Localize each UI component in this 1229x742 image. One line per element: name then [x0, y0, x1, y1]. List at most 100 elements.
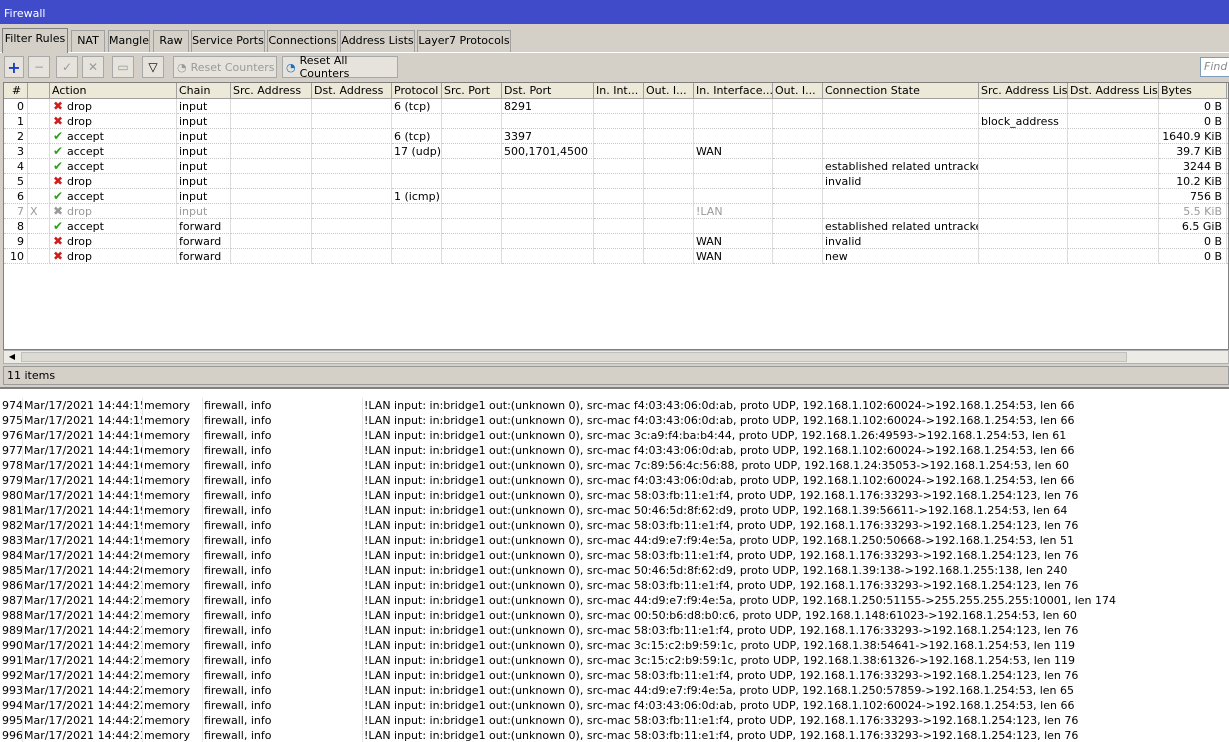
drop-icon: ✖ [52, 174, 64, 188]
tab-filter-rules[interactable]: Filter Rules [2, 28, 68, 53]
column-header[interactable]: Bytes [1159, 83, 1227, 99]
log-row[interactable]: 978 Mar/17/2021 14:44:16 memory firewall, i… [0, 458, 1229, 473]
log-row[interactable]: 981 Mar/17/2021 14:44:19 memory firewall, i… [0, 503, 1229, 518]
log-row[interactable]: 995 Mar/17/2021 14:44:22 memory firewall, i… [0, 713, 1229, 728]
table-row[interactable]: 6 ✔ accept input 1 (icmp) 756 B [4, 189, 1228, 204]
tab-address-lists[interactable]: Address Lists [340, 30, 415, 52]
empty-cell [594, 129, 644, 144]
table-row[interactable]: 3 ✔ accept input 17 (udp) 500,1701,4500 WAN 39.… [4, 144, 1228, 159]
column-divider [362, 458, 363, 473]
log-time: Mar/17/2021 14:44:20 [24, 564, 142, 577]
log-row[interactable]: 989 Mar/17/2021 14:44:21 memory firewall, i… [0, 623, 1229, 638]
log-row[interactable]: 984 Mar/17/2021 14:44:20 memory firewall, i… [0, 548, 1229, 563]
log-message: !LAN input: in:bridge1 out:(unknown 0), … [364, 699, 1075, 712]
log-row[interactable]: 977 Mar/17/2021 14:44:16 memory firewall, i… [0, 443, 1229, 458]
table-row[interactable]: 0 ✖ drop input 6 (tcp) 8291 0 B [4, 99, 1228, 114]
tab-nat[interactable]: NAT [71, 30, 105, 52]
log-row[interactable]: 983 Mar/17/2021 14:44:19 memory firewall, i… [0, 533, 1229, 548]
column-header[interactable]: Dst. Address List [1068, 83, 1159, 99]
column-header[interactable]: Src. Port [442, 83, 502, 99]
log-list: 974 Mar/17/2021 14:44:15 memory firewall, i… [0, 383, 1229, 742]
table-row[interactable]: 5 ✖ drop input invalid 10.2 KiB [4, 174, 1228, 189]
column-divider [202, 578, 203, 593]
add-button[interactable]: + [4, 56, 24, 78]
table-row[interactable]: 2 ✔ accept input 6 (tcp) 3397 1640.9 KiB [4, 129, 1228, 144]
log-buffer: memory [144, 444, 190, 457]
column-header[interactable]: # [4, 83, 28, 99]
column-divider [362, 578, 363, 593]
column-header[interactable]: Protocol [392, 83, 442, 99]
tab-mangle[interactable]: Mangle [108, 30, 150, 52]
enable-button[interactable]: ✓ [56, 56, 78, 78]
window-title-bar[interactable]: Firewall [0, 0, 1229, 24]
log-row[interactable]: 986 Mar/17/2021 14:44:21 memory firewall, i… [0, 578, 1229, 593]
scroll-left-icon[interactable]: ◀ [5, 351, 19, 363]
column-header[interactable]: Action [50, 83, 177, 99]
in-iface-list-cell [694, 159, 773, 174]
log-row[interactable]: 996 Mar/17/2021 14:44:23 memory firewall, i… [0, 728, 1229, 742]
column-header[interactable]: Out. I... [644, 83, 694, 99]
table-row[interactable]: 7 X ✖ drop input !LAN 5.5 KiB [4, 204, 1228, 219]
tab-layer7-protocols[interactable]: Layer7 Protocols [417, 30, 511, 52]
column-divider [362, 548, 363, 563]
tab-connections[interactable]: Connections [267, 30, 338, 52]
table-row[interactable]: 4 ✔ accept input established related untrack… [4, 159, 1228, 174]
column-header[interactable]: In. Interface... [694, 83, 773, 99]
tab-service-ports[interactable]: Service Ports [191, 30, 265, 52]
column-divider [362, 653, 363, 668]
log-time: Mar/17/2021 14:44:18 [24, 474, 142, 487]
drop-icon: ✖ [52, 99, 64, 113]
log-row[interactable]: 980 Mar/17/2021 14:44:19 memory firewall, i… [0, 488, 1229, 503]
column-header[interactable]: Dst. Address [312, 83, 392, 99]
log-number: 984 [2, 549, 22, 562]
accept-icon: ✔ [52, 144, 64, 158]
log-row[interactable]: 979 Mar/17/2021 14:44:18 memory firewall, i… [0, 473, 1229, 488]
action-label: drop [67, 250, 92, 263]
log-row[interactable]: 975 Mar/17/2021 14:44:15 memory firewall, i… [0, 413, 1229, 428]
find-input[interactable]: Find [1200, 57, 1229, 77]
log-row[interactable]: 985 Mar/17/2021 14:44:20 memory firewall, i… [0, 563, 1229, 578]
log-buffer: memory [144, 399, 190, 412]
horizontal-scrollbar[interactable]: ◀ [3, 350, 1229, 364]
table-row[interactable]: 9 ✖ drop forward WAN invalid 0 B [4, 234, 1228, 249]
column-header[interactable]: Chain [177, 83, 231, 99]
empty-cell [773, 219, 823, 234]
column-header[interactable]: Out. I... [773, 83, 823, 99]
log-row[interactable]: 988 Mar/17/2021 14:44:21 memory firewall, i… [0, 608, 1229, 623]
log-row[interactable]: 992 Mar/17/2021 14:44:22 memory firewall, i… [0, 668, 1229, 683]
reset-counters-button[interactable]: ◔ Reset Counters [173, 56, 277, 78]
column-header[interactable]: Src. Address List [979, 83, 1068, 99]
column-header[interactable]: Connection State [823, 83, 979, 99]
column-divider [202, 398, 203, 413]
column-header[interactable]: In. Int... [594, 83, 644, 99]
log-row[interactable]: 990 Mar/17/2021 14:44:21 memory firewall, i… [0, 638, 1229, 653]
minus-icon: − [33, 60, 45, 74]
comment-button[interactable]: ▭ [112, 56, 134, 78]
column-header[interactable]: Dst. Port [502, 83, 594, 99]
filter-button[interactable]: ▽ [142, 56, 164, 78]
empty-cell [442, 204, 502, 219]
table-row[interactable]: 8 ✔ accept forward established related untra… [4, 219, 1228, 234]
bytes-cell: 0 B [1159, 99, 1227, 114]
remove-button[interactable]: − [28, 56, 50, 78]
column-header[interactable]: Src. Address [231, 83, 312, 99]
log-row[interactable]: 991 Mar/17/2021 14:44:21 memory firewall, i… [0, 653, 1229, 668]
log-row[interactable]: 994 Mar/17/2021 14:44:22 memory firewall, i… [0, 698, 1229, 713]
disable-button[interactable]: ✕ [82, 56, 104, 78]
log-message: !LAN input: in:bridge1 out:(unknown 0), … [364, 399, 1075, 412]
table-row[interactable]: 10 ✖ drop forward WAN new 0 B [4, 249, 1228, 264]
log-row[interactable]: 993 Mar/17/2021 14:44:22 memory firewall, i… [0, 683, 1229, 698]
scrollbar-thumb[interactable] [21, 352, 1127, 362]
log-number: 981 [2, 504, 22, 517]
bytes-cell: 6.5 GiB [1159, 219, 1227, 234]
column-header[interactable] [28, 83, 50, 99]
log-row[interactable]: 982 Mar/17/2021 14:44:19 memory firewall, i… [0, 518, 1229, 533]
table-row[interactable]: 1 ✖ drop input block_address 0 B [4, 114, 1228, 129]
tab-raw[interactable]: Raw [153, 30, 189, 52]
log-row[interactable]: 987 Mar/17/2021 14:44:21 memory firewall, i… [0, 593, 1229, 608]
action-cell: ✖ drop [50, 249, 177, 264]
column-divider [22, 593, 23, 608]
reset-all-counters-button[interactable]: ◔ Reset All Counters [282, 54, 398, 80]
log-row[interactable]: 976 Mar/17/2021 14:44:16 memory firewall, i… [0, 428, 1229, 443]
log-row[interactable]: 974 Mar/17/2021 14:44:15 memory firewall, i… [0, 398, 1229, 413]
